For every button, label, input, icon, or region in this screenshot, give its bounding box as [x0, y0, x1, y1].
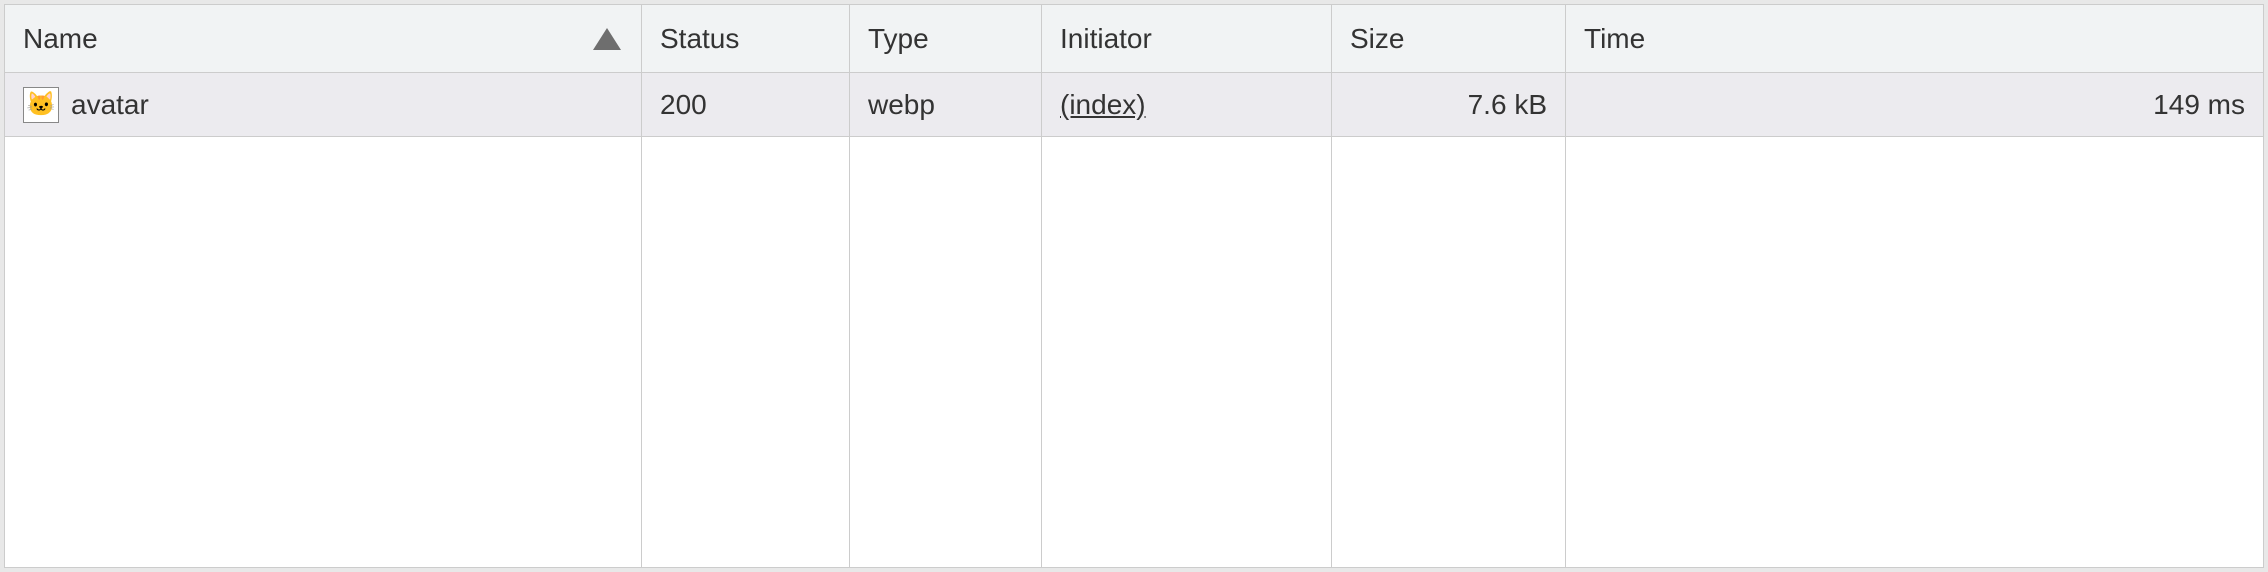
column-header-time[interactable]: Time	[1565, 5, 2263, 72]
empty-cell	[5, 137, 641, 567]
empty-cell	[849, 137, 1041, 567]
column-header-initiator[interactable]: Initiator	[1041, 5, 1331, 72]
time-value: 149 ms	[2153, 89, 2245, 121]
size-value: 7.6 kB	[1468, 89, 1547, 121]
column-header-label: Time	[1584, 23, 1645, 55]
column-header-label: Name	[23, 23, 98, 55]
empty-cell	[1565, 137, 2263, 567]
empty-table-area	[5, 137, 2263, 567]
empty-cell	[1331, 137, 1565, 567]
column-header-label: Type	[868, 23, 929, 55]
resource-name: avatar	[71, 89, 149, 121]
column-header-label: Size	[1350, 23, 1404, 55]
cell-name: 🐱 avatar	[5, 73, 641, 136]
table-header-row: Name Status Type Initiator Size Time	[5, 5, 2263, 73]
column-header-type[interactable]: Type	[849, 5, 1041, 72]
column-header-label: Status	[660, 23, 739, 55]
cell-type: webp	[849, 73, 1041, 136]
column-header-label: Initiator	[1060, 23, 1152, 55]
status-value: 200	[660, 89, 707, 121]
column-header-size[interactable]: Size	[1331, 5, 1565, 72]
cell-time: 149 ms	[1565, 73, 2263, 136]
column-header-name[interactable]: Name	[5, 5, 641, 72]
network-table: Name Status Type Initiator Size Time 🐱	[5, 5, 2263, 567]
table-row[interactable]: 🐱 avatar 200 webp (index) 7.6 kB 149 ms	[5, 73, 2263, 137]
empty-cell	[641, 137, 849, 567]
resource-thumbnail-icon: 🐱	[23, 87, 59, 123]
empty-cell	[1041, 137, 1331, 567]
cell-size: 7.6 kB	[1331, 73, 1565, 136]
sort-ascending-icon	[593, 28, 621, 50]
column-header-status[interactable]: Status	[641, 5, 849, 72]
type-value: webp	[868, 89, 935, 121]
initiator-link[interactable]: (index)	[1060, 89, 1146, 121]
cell-status: 200	[641, 73, 849, 136]
network-panel: Name Status Type Initiator Size Time 🐱	[4, 4, 2264, 568]
cell-initiator: (index)	[1041, 73, 1331, 136]
